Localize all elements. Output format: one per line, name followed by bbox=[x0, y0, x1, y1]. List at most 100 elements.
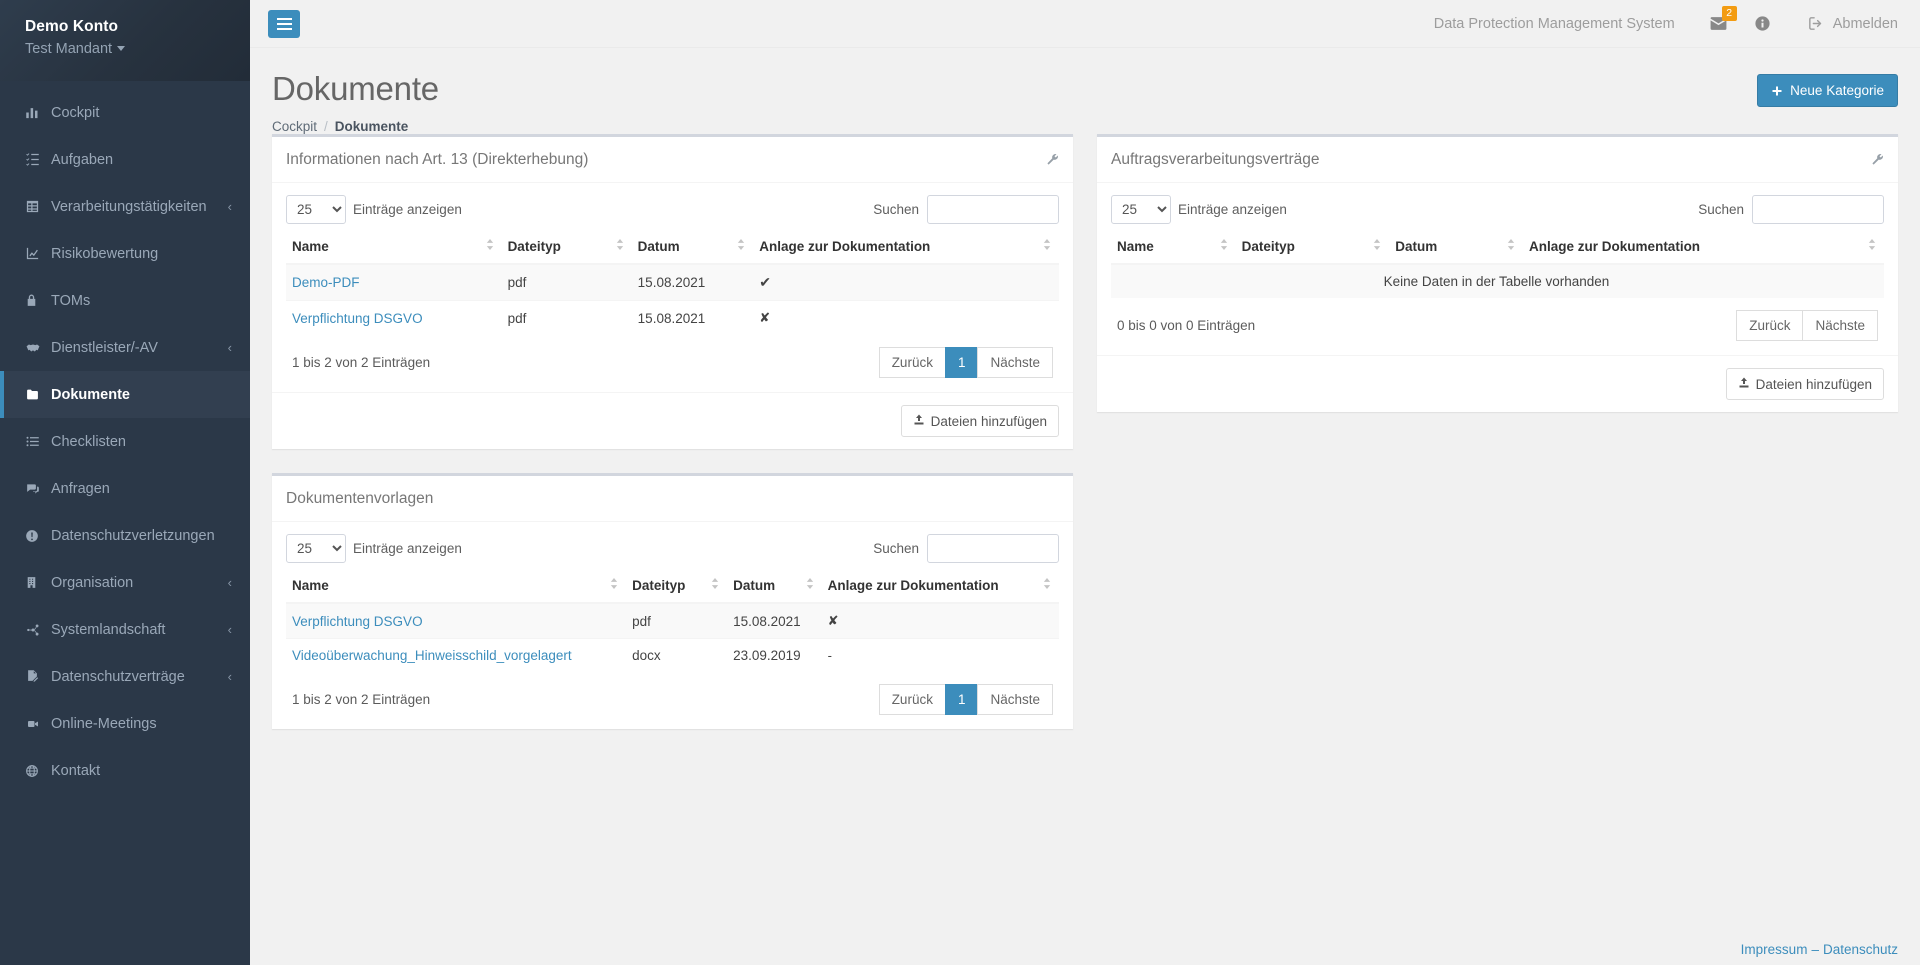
right-column: Auftragsverarbeitungsverträge 102550100 Ei… bbox=[1097, 134, 1898, 436]
exclamation-circle-icon bbox=[25, 529, 51, 543]
sidebar-item-datenschutzverletzungen[interactable]: Datenschutzverletzungen bbox=[0, 512, 250, 559]
messages-button[interactable]: 2 bbox=[1697, 0, 1741, 48]
logout-button[interactable]: Abmelden bbox=[1807, 15, 1898, 32]
document-link[interactable]: Verpflichtung DSGVO bbox=[292, 311, 423, 326]
sidebar-item-kontakt[interactable]: Kontakt bbox=[0, 747, 250, 794]
file-signature-icon bbox=[25, 669, 51, 684]
pagination-page-1[interactable]: 1 bbox=[944, 347, 979, 378]
sort-icon[interactable] bbox=[1220, 239, 1228, 253]
table-row[interactable]: Verpflichtung DSGVO pdf 15.08.2021 ✘ bbox=[286, 300, 1059, 335]
column-label: Anlage zur Dokumentation bbox=[759, 239, 931, 254]
cell-date: 23.09.2019 bbox=[727, 638, 822, 672]
sidebar-item-verarbeitungst-tigkeiten[interactable]: Verarbeitungstätigkeiten ‹ bbox=[0, 183, 250, 230]
sort-icon[interactable] bbox=[610, 578, 618, 592]
pagination-page-1[interactable]: 1 bbox=[944, 684, 979, 715]
document-link[interactable]: Demo-PDF bbox=[292, 275, 360, 290]
pagination-prev[interactable]: Zurück bbox=[878, 347, 946, 378]
sidebar-item-toms[interactable]: TOMs bbox=[0, 277, 250, 324]
sidebar-toggle-button[interactable] bbox=[268, 9, 300, 38]
sort-icon[interactable] bbox=[711, 578, 719, 592]
search-input[interactable] bbox=[927, 534, 1059, 563]
column-header[interactable]: Dateityp bbox=[626, 569, 728, 604]
sort-icon[interactable] bbox=[1043, 239, 1051, 253]
sidebar-brand[interactable]: Demo Konto Test Mandant bbox=[0, 0, 250, 81]
sidebar-item-label: Dienstleister/-AV bbox=[51, 339, 158, 356]
add-files-button[interactable]: Dateien hinzufügen bbox=[1725, 368, 1884, 400]
sidebar-item-risikobewertung[interactable]: Risikobewertung bbox=[0, 230, 250, 277]
column-header[interactable]: Anlage zur Dokumentation bbox=[753, 230, 1059, 265]
search-label: Suchen bbox=[873, 541, 919, 556]
column-header[interactable]: Name bbox=[286, 230, 502, 265]
messages-badge: 2 bbox=[1721, 5, 1737, 21]
table-row[interactable]: Demo-PDF pdf 15.08.2021 ✔ bbox=[286, 263, 1059, 301]
datatable-footer: 1 bis 2 von 2 Einträgen Zurück 1 Nächste bbox=[286, 335, 1059, 388]
sidebar-item-checklisten[interactable]: Checklisten bbox=[0, 418, 250, 465]
sidebar-item-anfragen[interactable]: Anfragen bbox=[0, 465, 250, 512]
tenant-selector[interactable]: Test Mandant bbox=[25, 38, 250, 60]
sidebar-item-cockpit[interactable]: Cockpit bbox=[0, 89, 250, 136]
document-link[interactable]: Verpflichtung DSGVO bbox=[292, 614, 423, 629]
pagination-next[interactable]: Nächste bbox=[1802, 310, 1878, 341]
column-header[interactable]: Name bbox=[1111, 230, 1236, 265]
sort-icon[interactable] bbox=[1043, 578, 1051, 592]
table-row[interactable]: Videoüberwachung_Hinweisschild_vorgelage… bbox=[286, 638, 1059, 672]
panel-header: Dokumentenvorlagen bbox=[272, 476, 1073, 522]
panel-body: 102550100 Einträge anzeigen Suchen Name Date… bbox=[272, 183, 1073, 392]
info-button[interactable] bbox=[1741, 0, 1785, 48]
search-input[interactable] bbox=[1752, 195, 1884, 224]
pagination-prev[interactable]: Zurück bbox=[1736, 310, 1804, 341]
panel-direkterhebung: Informationen nach Art. 13 (Direkterhebu… bbox=[272, 134, 1073, 449]
column-header[interactable]: Datum bbox=[727, 569, 822, 604]
column-header[interactable]: Anlage zur Dokumentation bbox=[821, 569, 1059, 604]
column-header[interactable]: Dateityp bbox=[1235, 230, 1390, 265]
sidebar-item-dokumente[interactable]: Dokumente bbox=[0, 371, 250, 418]
sort-icon[interactable] bbox=[486, 239, 494, 253]
table-body: Demo-PDF pdf 15.08.2021 ✔ Verpflichtung DSGV… bbox=[286, 263, 1059, 335]
datatable-footer: 0 bis 0 von 0 Einträgen Zurück Nächste bbox=[1111, 298, 1884, 351]
search-input[interactable] bbox=[927, 195, 1059, 224]
cell-date: 15.08.2021 bbox=[727, 602, 822, 639]
table-head: Name Dateityp Datum Anlage zur Dokumentatio… bbox=[1111, 230, 1884, 265]
document-link[interactable]: Videoüberwachung_Hinweisschild_vorgelage… bbox=[292, 648, 572, 663]
sort-icon[interactable] bbox=[737, 239, 745, 253]
cell-date: 15.08.2021 bbox=[631, 300, 754, 335]
header-row: Name Dateityp Datum Anlage zur Dokumentatio… bbox=[1111, 230, 1884, 265]
sort-icon[interactable] bbox=[1507, 239, 1515, 253]
breadcrumb-cockpit[interactable]: Cockpit bbox=[272, 119, 317, 134]
sort-icon[interactable] bbox=[1868, 239, 1876, 253]
sidebar-item-aufgaben[interactable]: Aufgaben bbox=[0, 136, 250, 183]
datatable-footer: 1 bis 2 von 2 Einträgen Zurück 1 Nächste bbox=[286, 672, 1059, 725]
sort-icon[interactable] bbox=[616, 239, 624, 253]
sidebar-item-datenschutzvertr-ge[interactable]: Datenschutzverträge ‹ bbox=[0, 653, 250, 700]
wrench-icon[interactable] bbox=[1871, 153, 1884, 166]
sidebar-item-label: Systemlandschaft bbox=[51, 621, 166, 638]
column-header[interactable]: Anlage zur Dokumentation bbox=[1523, 230, 1884, 265]
column-header[interactable]: Datum bbox=[1389, 230, 1524, 265]
sidebar-item-label: Anfragen bbox=[51, 480, 110, 497]
impressum-link[interactable]: Impressum bbox=[1741, 942, 1808, 957]
pagination-next[interactable]: Nächste bbox=[977, 347, 1053, 378]
chart-line-icon bbox=[25, 246, 51, 261]
cell-attachment: - bbox=[821, 638, 1059, 672]
pagination-prev[interactable]: Zurück bbox=[878, 684, 946, 715]
sidebar-item-systemlandschaft[interactable]: Systemlandschaft ‹ bbox=[0, 606, 250, 653]
add-files-label: Dateien hinzufügen bbox=[930, 413, 1047, 429]
column-header[interactable]: Name bbox=[286, 569, 627, 604]
sort-icon[interactable] bbox=[1373, 239, 1381, 253]
sidebar-item-organisation[interactable]: Organisation ‹ bbox=[0, 559, 250, 606]
sort-icon[interactable] bbox=[806, 578, 814, 592]
page-length-select[interactable]: 102550100 bbox=[286, 195, 346, 224]
page-length-select[interactable]: 102550100 bbox=[286, 534, 346, 563]
table-row[interactable]: Verpflichtung DSGVO pdf 15.08.2021 ✘ bbox=[286, 602, 1059, 639]
sidebar-item-label: Organisation bbox=[51, 574, 134, 591]
column-header[interactable]: Datum bbox=[631, 230, 754, 265]
sidebar-item-dienstleister-av[interactable]: Dienstleister/-AV ‹ bbox=[0, 324, 250, 371]
pagination-next[interactable]: Nächste bbox=[977, 684, 1053, 715]
new-category-button[interactable]: Neue Kategorie bbox=[1757, 74, 1898, 107]
sidebar-item-online-meetings[interactable]: Online-Meetings bbox=[0, 700, 250, 747]
add-files-button[interactable]: Dateien hinzufügen bbox=[900, 405, 1059, 437]
column-header[interactable]: Dateityp bbox=[501, 230, 632, 265]
wrench-icon[interactable] bbox=[1046, 153, 1059, 166]
datenschutz-link[interactable]: Datenschutz bbox=[1823, 942, 1898, 957]
page-length-select[interactable]: 102550100 bbox=[1111, 195, 1171, 224]
